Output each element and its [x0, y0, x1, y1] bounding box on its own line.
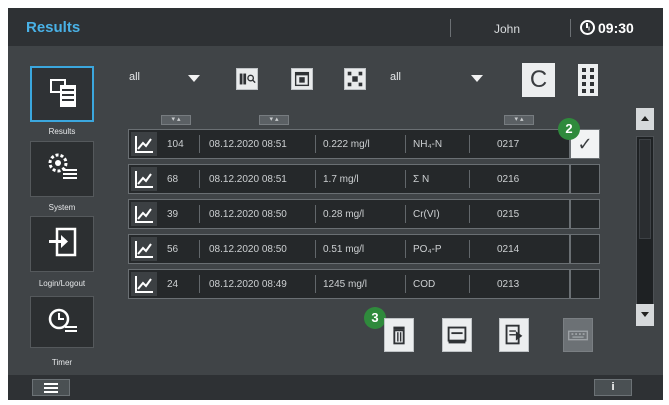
table-row[interactable]: 56 08.12.2020 08:50 0.51 mg/l PO₄-P 0214	[128, 234, 570, 264]
login-logout-icon	[49, 227, 77, 257]
delete-button[interactable]	[384, 318, 414, 352]
keyboard-icon	[567, 330, 589, 341]
parameter-id-filter-button[interactable]	[344, 68, 366, 90]
table-row[interactable]: 39 08.12.2020 08:50 0.28 mg/l Cr(VI) 021…	[128, 199, 570, 229]
info-button[interactable]: i	[594, 379, 632, 396]
instrument-screen: Results John 09:30 Results System Login/…	[8, 8, 663, 400]
row-select-checkbox[interactable]	[570, 199, 600, 229]
result-id: 104	[167, 139, 184, 150]
result-code: 0213	[497, 279, 520, 290]
header-divider	[450, 19, 451, 37]
sidebar-item-system[interactable]	[30, 141, 94, 197]
clock-time: 09:30	[598, 20, 634, 36]
graph-icon	[131, 202, 157, 226]
sort-id-toggle[interactable]: ▾ ▴	[161, 115, 191, 125]
result-value: 0.28 mg/l	[323, 209, 365, 220]
sidebar-label-timer: Timer	[51, 358, 73, 367]
result-parameter: COD	[413, 279, 436, 290]
print-button[interactable]	[442, 318, 472, 352]
result-parameter: NH₄-N	[413, 139, 443, 150]
export-icon	[505, 324, 523, 345]
user-name[interactable]: John	[494, 22, 520, 36]
result-datetime: 08.12.2020 08:50	[209, 244, 287, 255]
keyboard-button[interactable]	[563, 318, 593, 352]
timer-icon	[48, 308, 77, 332]
graph-icon	[131, 237, 157, 261]
row-select-checkbox[interactable]	[570, 234, 600, 264]
result-datetime: 08.12.2020 08:49	[209, 279, 287, 290]
sidebar-label-results: Results	[48, 127, 76, 136]
result-datetime: 08.12.2020 08:50	[209, 209, 287, 220]
result-code: 0216	[497, 174, 520, 185]
row-select-checkbox[interactable]	[570, 269, 600, 299]
sidebar-item-login-logout[interactable]	[30, 216, 94, 272]
footer-bar: i	[8, 375, 663, 400]
header-bar: Results John 09:30	[8, 8, 663, 46]
table-row[interactable]: 68 08.12.2020 08:51 1.7 mg/l Σ N 0216	[128, 164, 570, 194]
scroll-down-button[interactable]	[636, 304, 654, 326]
date-filter-button[interactable]	[291, 68, 313, 90]
sort-date-toggle[interactable]: ▾ ▴	[259, 115, 289, 125]
column-settings-icon	[582, 68, 594, 93]
filter-dropdown-2-value[interactable]: all	[390, 71, 401, 83]
result-parameter: PO₄-P	[413, 244, 442, 255]
delete-icon	[393, 326, 405, 345]
result-value: 1245 mg/l	[323, 279, 367, 290]
parameter-id-filter-icon	[347, 71, 363, 87]
step-marker-badge: 2	[558, 118, 580, 140]
table-row[interactable]: 104 08.12.2020 08:51 0.222 mg/l NH₄-N 02…	[128, 129, 570, 159]
graph-icon	[131, 167, 157, 191]
filter-dropdown-1-value[interactable]: all	[129, 71, 140, 83]
sidebar-label-system: System	[48, 203, 76, 212]
export-button[interactable]	[499, 318, 529, 352]
result-datetime: 08.12.2020 08:51	[209, 174, 287, 185]
page-title: Results	[26, 19, 81, 36]
result-value: 0.51 mg/l	[323, 244, 365, 255]
result-parameter: Σ N	[413, 174, 430, 185]
sort-code-toggle[interactable]: ▾ ▴	[504, 115, 534, 125]
system-gear-icon	[48, 153, 77, 179]
result-value: 1.7 mg/l	[323, 174, 359, 185]
menu-button[interactable]	[32, 379, 70, 396]
result-code: 0217	[497, 139, 520, 150]
result-id: 39	[167, 209, 179, 220]
chevron-down-icon[interactable]	[471, 75, 483, 82]
header-divider	[570, 19, 571, 37]
result-value: 0.222 mg/l	[323, 139, 370, 150]
graph-icon	[131, 132, 157, 156]
scroll-up-button[interactable]	[636, 108, 654, 130]
column-settings-button[interactable]	[578, 64, 598, 96]
menu-icon	[44, 383, 58, 385]
sidebar-item-timer[interactable]	[30, 296, 94, 348]
scrollbar-track[interactable]	[636, 136, 654, 308]
sample-id-filter-button[interactable]	[236, 68, 258, 90]
clock-icon	[580, 20, 595, 35]
chevron-down-icon[interactable]	[188, 75, 200, 82]
sidebar-item-results[interactable]	[30, 66, 94, 122]
result-id: 68	[167, 174, 179, 185]
print-icon	[447, 326, 467, 344]
date-filter-icon	[294, 71, 310, 87]
result-code: 0214	[497, 244, 520, 255]
result-id: 56	[167, 244, 179, 255]
result-code: 0215	[497, 209, 520, 220]
row-select-checkbox[interactable]	[570, 164, 600, 194]
sidebar-label-login-logout: Login/Logout	[38, 279, 86, 288]
scrollbar-thumb[interactable]	[639, 139, 651, 239]
clear-filter-button[interactable]: C	[522, 63, 555, 97]
result-id: 24	[167, 279, 179, 290]
results-icon	[50, 79, 76, 107]
result-parameter: Cr(VI)	[413, 209, 440, 220]
step-marker-badge: 3	[364, 307, 386, 329]
sample-id-filter-icon	[239, 73, 256, 85]
graph-icon	[131, 272, 157, 296]
result-datetime: 08.12.2020 08:51	[209, 139, 287, 150]
table-row[interactable]: 24 08.12.2020 08:49 1245 mg/l COD 0213	[128, 269, 570, 299]
